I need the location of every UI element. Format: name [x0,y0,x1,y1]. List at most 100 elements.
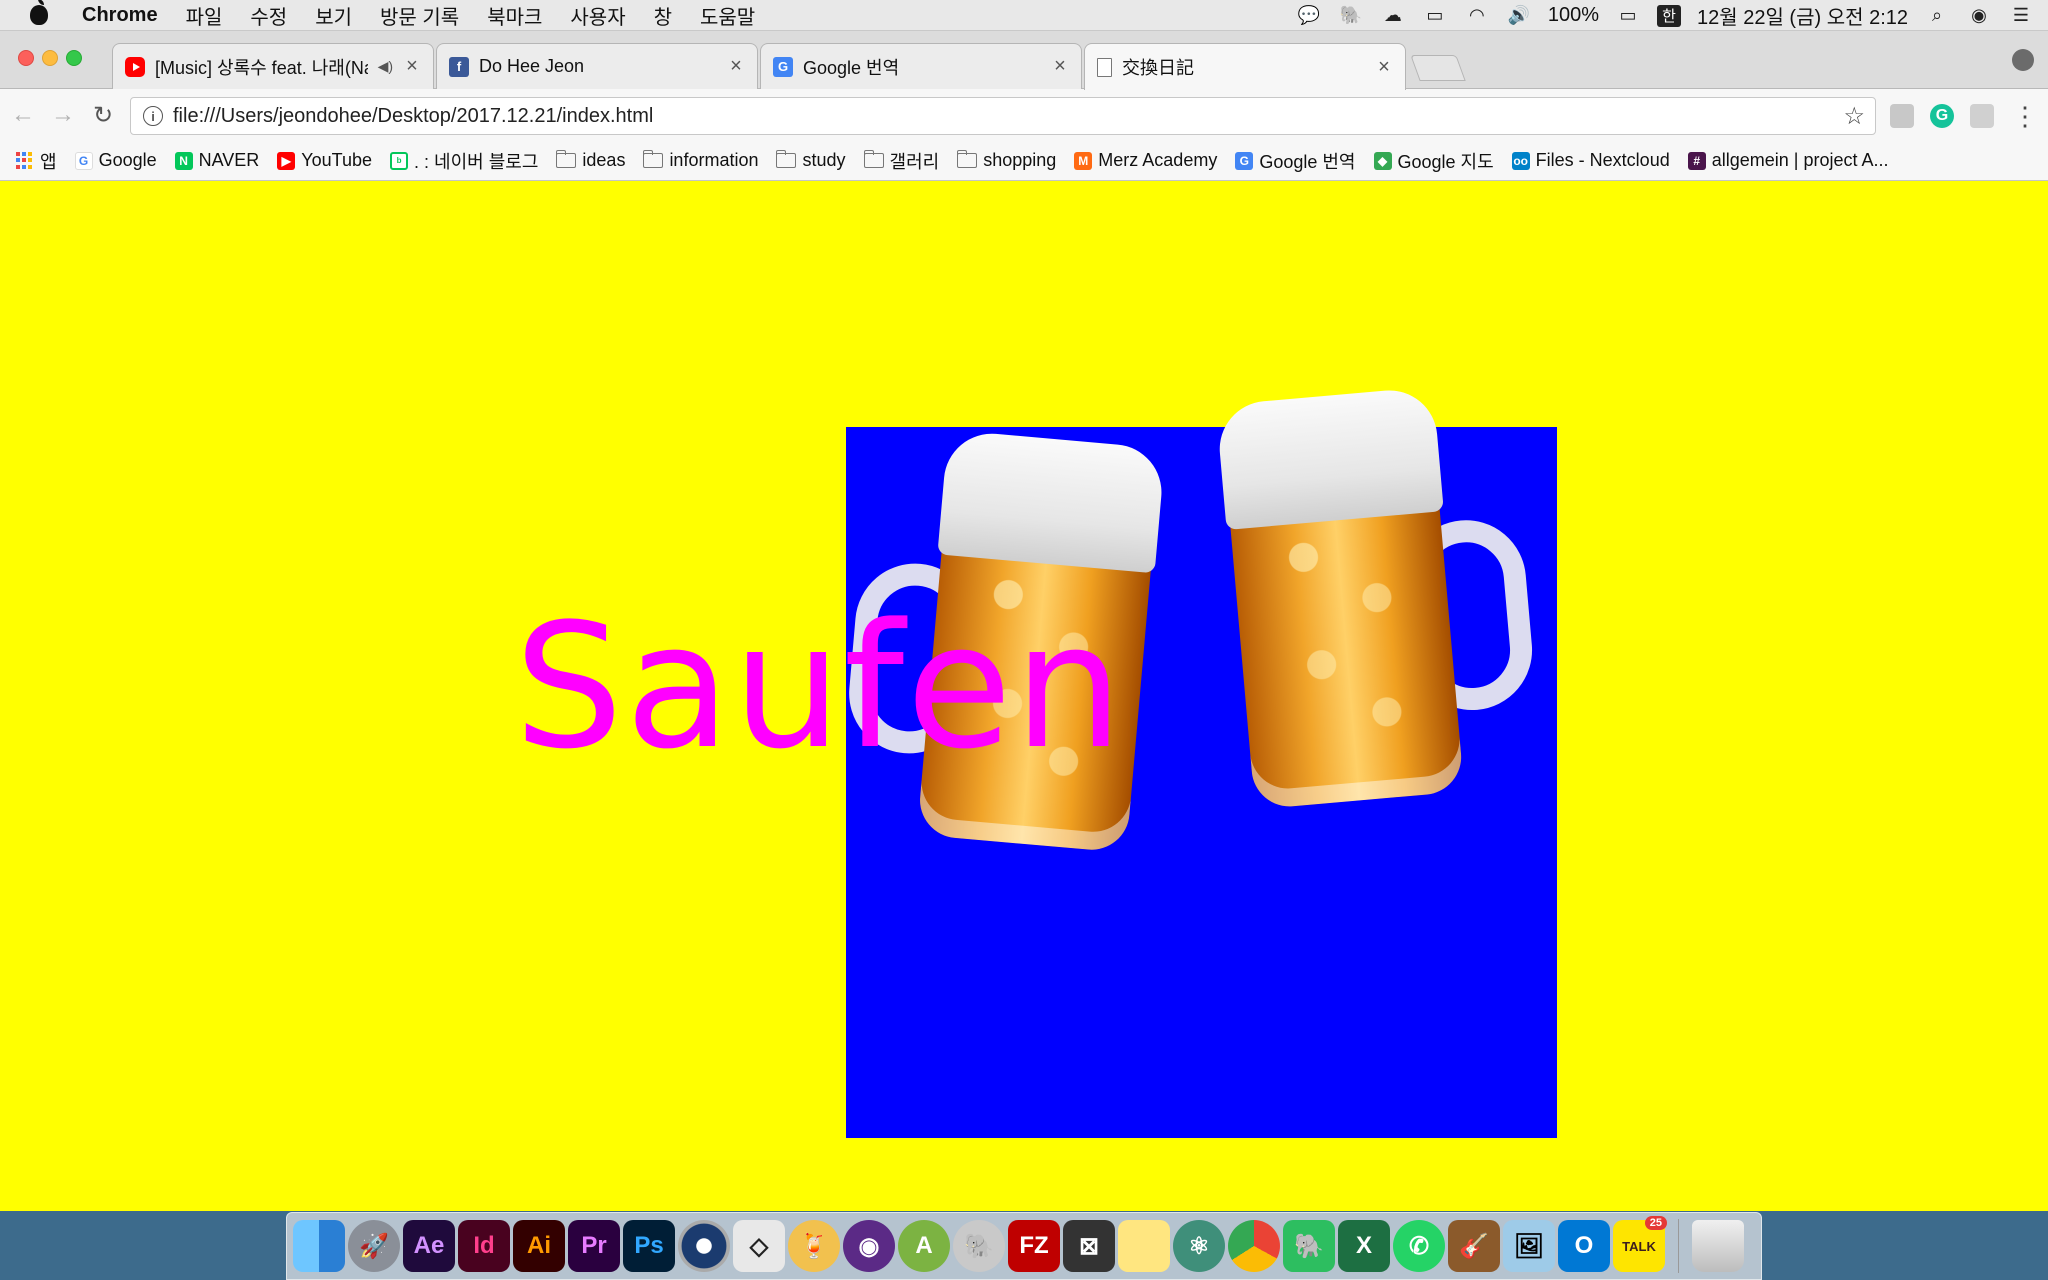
notes-icon[interactable] [1118,1220,1170,1272]
menu-people[interactable]: 사용자 [556,1,639,30]
page-headline: Saufen [514,586,1125,787]
trash-icon[interactable] [1692,1220,1744,1272]
indesign-icon[interactable]: Id [458,1220,510,1272]
cast-icon[interactable] [1970,104,1994,128]
finder-icon[interactable] [293,1220,345,1272]
google-translate-icon: G [773,56,793,77]
bookmark-google[interactable]: G Google [74,150,157,171]
photoshop-icon[interactable]: Ps [623,1220,675,1272]
premiere-icon[interactable]: Pr [568,1220,620,1272]
info-icon[interactable]: i [143,106,163,126]
volume-icon[interactable]: 🔊 [1506,5,1532,27]
profile-avatar-icon[interactable] [2012,49,2034,71]
bookmark-folder-ideas[interactable]: ideas [556,150,625,171]
input-source-indicator[interactable]: 한 [1657,4,1682,27]
tab-google-translate[interactable]: G Google 번역 × [760,43,1082,89]
notification-center-icon[interactable]: ☰ [2008,5,2034,27]
close-tab-icon[interactable]: × [1375,56,1393,79]
atom-icon[interactable]: ⚛ [1173,1220,1225,1272]
whatsapp-icon[interactable]: ✆ [1393,1220,1445,1272]
wifi-icon[interactable]: ◠ [1464,5,1490,27]
android-studio-icon[interactable]: A [898,1220,950,1272]
unity-icon[interactable]: ◇ [733,1220,785,1272]
close-window-button[interactable] [18,50,34,66]
close-tab-icon[interactable]: × [403,55,421,78]
guitar-icon[interactable]: 🎸 [1448,1220,1500,1272]
grammarly-icon[interactable]: G [1930,104,1954,128]
address-bar[interactable]: i file:///Users/jeondohee/Desktop/2017.1… [130,97,1876,135]
processing-icon[interactable]: ⊠ [1063,1220,1115,1272]
battery-icon[interactable]: ▭ [1615,5,1641,27]
tab-active-diary[interactable]: 交換日記 × [1084,43,1406,90]
menu-view[interactable]: 보기 [301,1,366,30]
folder-icon [863,150,884,168]
close-tab-icon[interactable]: × [1051,55,1069,78]
forward-arrow-icon[interactable]: → [46,98,80,132]
outlook-icon[interactable]: O [1558,1220,1610,1272]
menu-bookmarks[interactable]: 북마크 [473,1,556,30]
bookmark-nextcloud[interactable]: oo Files - Nextcloud [1511,150,1670,171]
menu-history[interactable]: 방문 기록 [366,1,473,30]
bookmark-label: Google [98,150,157,170]
filezilla-icon[interactable]: FZ [1008,1220,1060,1272]
tab-title: Google 번역 [803,57,900,78]
sequel-pro-icon[interactable]: 🐘 [953,1220,1005,1272]
after-effects-icon[interactable]: Ae [403,1220,455,1272]
menu-help[interactable]: 도움말 [686,1,769,30]
menu-edit[interactable]: 수정 [236,1,301,30]
bookmark-apps[interactable]: 앱 [16,148,57,174]
google-translate-icon: G [1235,151,1254,170]
bookmark-folder-shopping[interactable]: shopping [957,150,1056,171]
kakaotalk-icon[interactable]: TALK 25 [1613,1216,1667,1272]
extension-icon[interactable] [1890,104,1914,128]
bookmark-star-icon[interactable]: ☆ [1843,102,1865,131]
tab-title: [Music] 상록수 feat. 나래(Nar [155,57,368,78]
bookmark-label: 앱 [40,151,57,172]
bookmark-folder-information[interactable]: information [643,150,758,171]
bookmark-naver[interactable]: N NAVER [174,150,260,171]
bookmark-merz-academy[interactable]: M Merz Academy [1074,150,1217,171]
launchpad-icon[interactable]: 🚀 [348,1220,400,1272]
apple-menu-icon[interactable] [22,0,56,31]
url-text[interactable]: file:///Users/jeondohee/Desktop/2017.12.… [173,105,653,128]
siri-icon[interactable]: ◉ [1966,5,1992,27]
tab-do-hee-jeon[interactable]: f Do Hee Jeon × [436,43,758,89]
cocktail-icon[interactable]: 🍹 [788,1220,840,1272]
menu-app-chrome[interactable]: Chrome [56,4,172,27]
airplay-icon[interactable]: ▭ [1422,5,1448,27]
dock-separator [1678,1219,1679,1273]
minimize-window-button[interactable] [42,50,58,66]
menu-window[interactable]: 창 [640,1,686,30]
evernote-tray-icon[interactable]: 🐘 [1338,5,1364,27]
chrome-icon[interactable] [1228,1220,1280,1272]
bookmark-google-maps[interactable]: ◆ Google 지도 [1373,148,1494,174]
bookmark-label: NAVER [198,150,260,170]
audio-playing-icon[interactable]: ◀) [378,58,393,75]
fullscreen-window-button[interactable] [66,50,82,66]
bookmark-youtube[interactable]: ▶ YouTube [277,150,372,171]
spotlight-search-icon[interactable]: ⌕ [1924,5,1950,27]
bookmark-naver-blog[interactable]: b . : 네이버 블로그 [390,148,538,174]
illustrator-icon[interactable]: Ai [513,1220,565,1272]
bookmark-folder-gallery[interactable]: 갤러리 [863,148,939,174]
bookmark-folder-study[interactable]: study [776,150,846,171]
back-arrow-icon[interactable]: ← [6,98,40,132]
reload-icon[interactable]: ↻ [86,98,120,132]
cinema4d-icon[interactable] [678,1220,730,1272]
page-canvas: Saufen [0,181,2048,1211]
tab-music[interactable]: [Music] 상록수 feat. 나래(Nar ◀) × [112,43,434,89]
menu-file[interactable]: 파일 [172,1,237,30]
chat-notification-icon[interactable]: 💬 [1296,5,1322,27]
preview-icon[interactable]: 🖼 [1503,1220,1555,1272]
clock[interactable]: 12월 22일 (금) 오전 2:12 [1697,1,1908,30]
new-tab-button[interactable] [1410,55,1466,81]
evernote-icon[interactable]: 🐘 [1283,1220,1335,1272]
excel-icon[interactable]: X [1338,1220,1390,1272]
chrome-menu-icon[interactable]: ⋮ [2012,101,2038,132]
bookmark-google-translate[interactable]: G Google 번역 [1235,148,1356,174]
bookmark-slack[interactable]: # allgemein | project A... [1687,150,1888,171]
github-icon[interactable]: ◉ [843,1220,895,1272]
creative-cloud-icon[interactable]: ☁ [1380,5,1406,27]
close-tab-icon[interactable]: × [727,55,745,78]
apps-grid-icon [16,151,34,170]
